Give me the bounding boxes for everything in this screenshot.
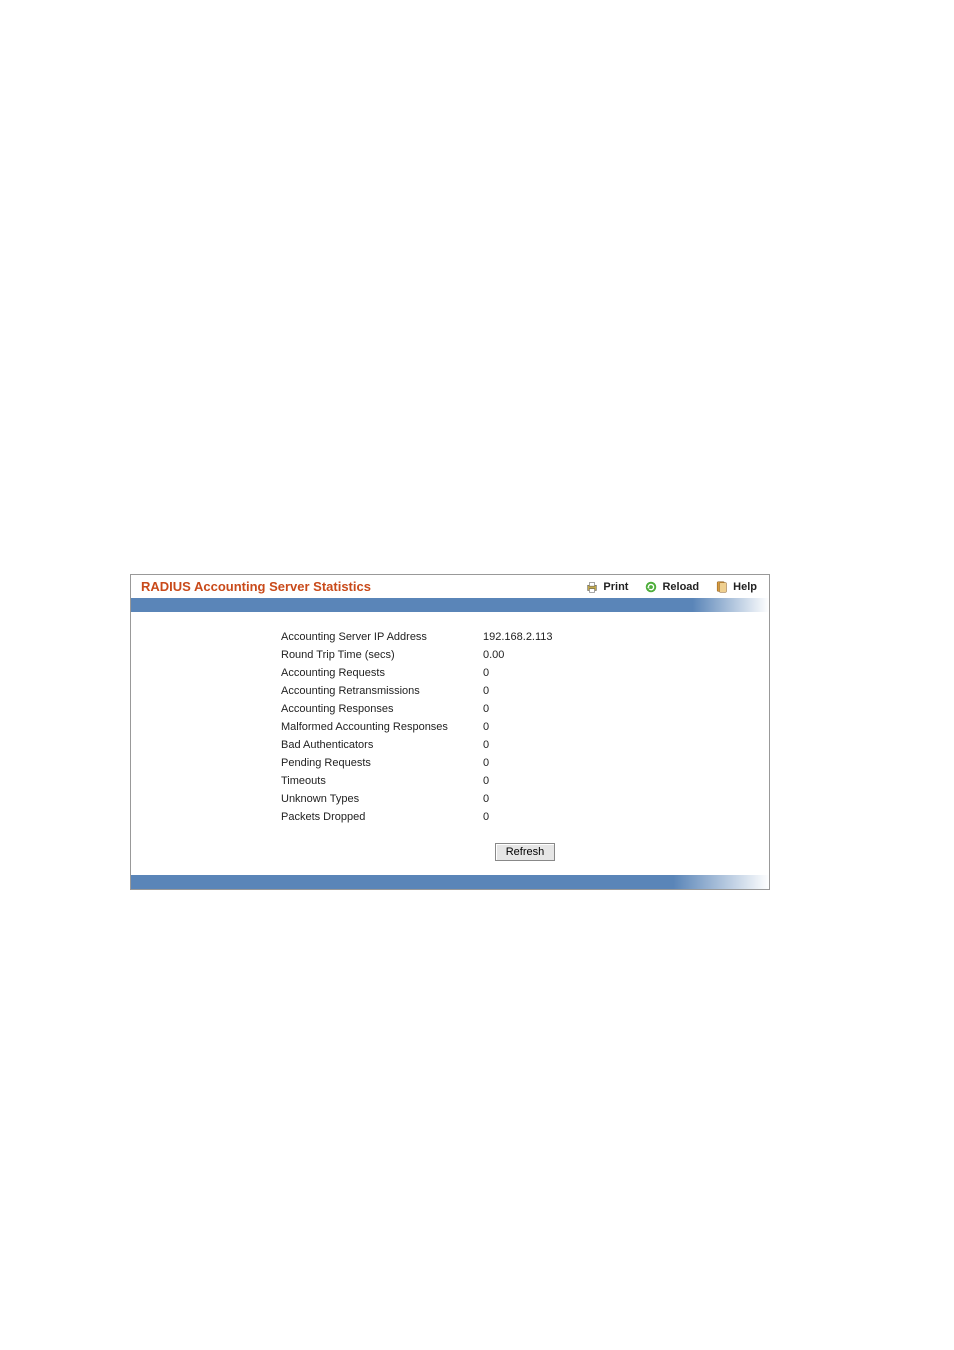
stat-row: Round Trip Time (secs) 0.00 — [131, 646, 769, 664]
stat-label: Accounting Responses — [131, 703, 471, 715]
stats-panel: RADIUS Accounting Server Statistics Prin… — [130, 574, 770, 890]
print-icon — [585, 580, 599, 594]
help-link[interactable]: Help — [715, 580, 757, 594]
stat-label: Packets Dropped — [131, 811, 471, 823]
reload-icon — [644, 580, 658, 594]
stat-label: Accounting Server IP Address — [131, 631, 471, 643]
stat-label: Bad Authenticators — [131, 739, 471, 751]
stat-row: Pending Requests 0 — [131, 754, 769, 772]
print-link[interactable]: Print — [585, 580, 628, 594]
stat-label: Accounting Requests — [131, 667, 471, 679]
stat-row: Accounting Retransmissions 0 — [131, 682, 769, 700]
print-label: Print — [603, 581, 628, 593]
stat-row: Accounting Responses 0 — [131, 700, 769, 718]
stat-value: 0 — [471, 793, 489, 805]
stat-label: Pending Requests — [131, 757, 471, 769]
stat-label: Malformed Accounting Responses — [131, 721, 471, 733]
stat-value: 0 — [471, 721, 489, 733]
refresh-button[interactable]: Refresh — [495, 843, 556, 861]
stat-label: Accounting Retransmissions — [131, 685, 471, 697]
stat-value: 0 — [471, 775, 489, 787]
gradient-bar-top — [131, 598, 769, 612]
stat-row: Accounting Server IP Address 192.168.2.1… — [131, 628, 769, 646]
help-label: Help — [733, 581, 757, 593]
button-row: Refresh — [131, 842, 769, 861]
reload-link[interactable]: Reload — [644, 580, 699, 594]
page-title: RADIUS Accounting Server Statistics — [141, 579, 371, 594]
stat-value: 0 — [471, 685, 489, 697]
stats-content: Accounting Server IP Address 192.168.2.1… — [131, 612, 769, 875]
help-icon — [715, 580, 729, 594]
header-actions: Print Reload — [585, 580, 757, 594]
gradient-bar-bottom — [131, 875, 769, 889]
stat-row: Accounting Requests 0 — [131, 664, 769, 682]
stat-row: Timeouts 0 — [131, 772, 769, 790]
stat-value: 0.00 — [471, 649, 504, 661]
stat-label: Unknown Types — [131, 793, 471, 805]
stat-row: Bad Authenticators 0 — [131, 736, 769, 754]
stat-value: 0 — [471, 739, 489, 751]
stat-value: 0 — [471, 667, 489, 679]
stat-label: Round Trip Time (secs) — [131, 649, 471, 661]
stat-value: 0 — [471, 703, 489, 715]
stat-row: Unknown Types 0 — [131, 790, 769, 808]
reload-label: Reload — [662, 581, 699, 593]
stat-row: Packets Dropped 0 — [131, 808, 769, 826]
panel-header: RADIUS Accounting Server Statistics Prin… — [131, 575, 769, 598]
stat-row: Malformed Accounting Responses 0 — [131, 718, 769, 736]
stat-value: 192.168.2.113 — [471, 631, 553, 643]
stat-value: 0 — [471, 757, 489, 769]
stat-label: Timeouts — [131, 775, 471, 787]
stat-value: 0 — [471, 811, 489, 823]
